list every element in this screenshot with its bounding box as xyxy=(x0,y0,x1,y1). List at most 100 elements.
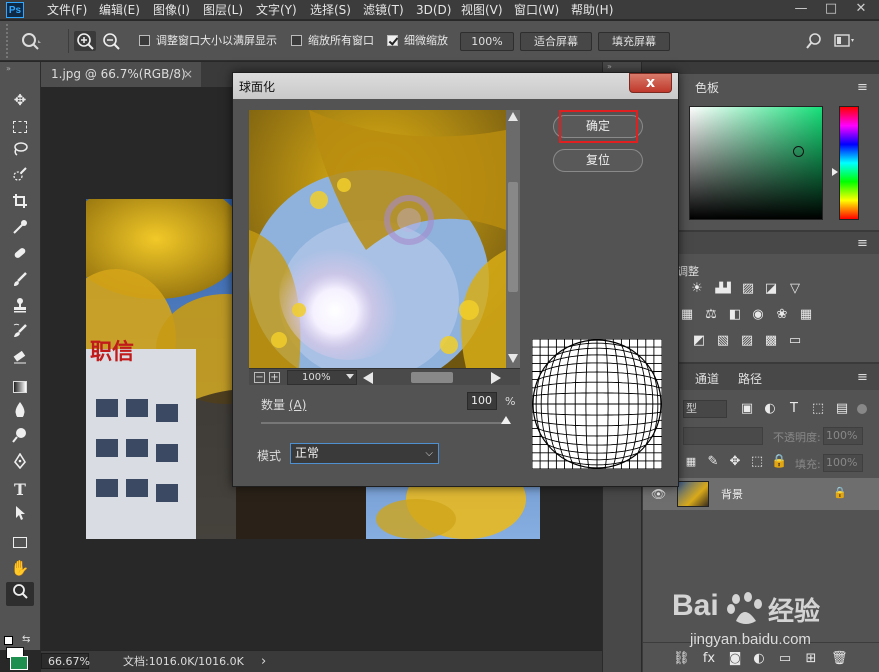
posterize-icon[interactable]: ▧ xyxy=(715,333,731,349)
tab-channels[interactable]: 通道 xyxy=(695,370,719,387)
filter-toggle[interactable] xyxy=(857,404,867,414)
scroll-right-arrow[interactable] xyxy=(491,372,501,384)
menu-help[interactable]: 帮助(H) xyxy=(568,0,616,20)
amount-slider-thumb[interactable] xyxy=(501,416,511,424)
workspace-icon[interactable] xyxy=(834,34,856,48)
photo-filter-icon[interactable]: ◉ xyxy=(750,307,766,323)
zoom-all-windows-checkbox[interactable] xyxy=(291,35,302,46)
eraser-tool-icon[interactable] xyxy=(6,348,34,372)
scroll-down-arrow[interactable] xyxy=(508,354,518,363)
minimize-button[interactable]: — xyxy=(788,0,814,18)
dock-collapse-icon[interactable]: » xyxy=(607,62,612,71)
close-window-button[interactable]: ✕ xyxy=(848,0,874,18)
lock-transparent-icon[interactable]: ▦ xyxy=(683,454,699,470)
lock-position-icon[interactable]: ✥ xyxy=(727,454,743,470)
color-picker-cursor[interactable] xyxy=(793,146,804,157)
color-field[interactable] xyxy=(689,106,823,220)
preview-zoom-out-button[interactable]: − xyxy=(254,372,265,383)
zoom-level-field[interactable]: 66.67% xyxy=(41,653,90,669)
preview-zoom-in-button[interactable]: + xyxy=(269,372,280,383)
filter-pixel-icon[interactable]: ▣ xyxy=(739,401,755,417)
zoom-out-icon[interactable] xyxy=(100,31,122,51)
marquee-tool-icon[interactable] xyxy=(6,114,34,138)
filter-adjustment-icon[interactable]: ◐ xyxy=(762,401,778,417)
layer-kind-filter[interactable]: 型 xyxy=(683,400,727,418)
brush-tool-icon[interactable] xyxy=(6,270,34,294)
scrubby-zoom-checkbox[interactable] xyxy=(387,35,398,46)
menu-select[interactable]: 选择(S) xyxy=(307,0,354,20)
menu-edit[interactable]: 编辑(E) xyxy=(96,0,143,20)
document-tab-close-icon[interactable]: × xyxy=(183,62,193,87)
restore-button[interactable]: □ xyxy=(818,0,844,18)
scroll-left-arrow[interactable] xyxy=(363,372,373,384)
default-colors-icon[interactable] xyxy=(4,636,13,645)
eyedropper-tool-icon[interactable] xyxy=(6,218,34,242)
hand-tool-icon[interactable]: ✋ xyxy=(6,556,34,580)
menu-window[interactable]: 窗口(W) xyxy=(511,0,562,20)
zoom-tool-icon[interactable] xyxy=(20,31,42,51)
dialog-close-button[interactable]: x xyxy=(629,73,672,93)
type-tool-icon[interactable]: T xyxy=(6,478,34,502)
menu-type[interactable]: 文字(Y) xyxy=(253,0,300,20)
gradient-tool-icon[interactable] xyxy=(6,374,34,398)
quick-selection-tool-icon[interactable] xyxy=(6,166,34,190)
layers-menu-icon[interactable]: ≡ xyxy=(857,370,868,385)
invert-icon[interactable]: ◩ xyxy=(691,333,707,349)
fit-screen-button[interactable]: 适合屏幕 xyxy=(520,32,592,51)
panel-menu-icon[interactable]: ≡ xyxy=(857,80,868,95)
lock-all-icon[interactable]: 🔒 xyxy=(771,454,787,470)
resize-window-checkbox[interactable] xyxy=(139,35,150,46)
reset-button[interactable]: 复位 xyxy=(553,149,643,172)
scroll-up-arrow[interactable] xyxy=(508,112,518,121)
menu-view[interactable]: 视图(V) xyxy=(458,0,506,20)
lasso-tool-icon[interactable] xyxy=(6,140,34,164)
hue-slider[interactable] xyxy=(839,106,859,220)
mode-select[interactable]: 正常 ⌵ xyxy=(290,443,439,464)
zoom-100-button[interactable]: 100% xyxy=(460,32,514,51)
color-lookup-icon[interactable]: ▦ xyxy=(798,307,814,323)
opacity-field[interactable]: 100% xyxy=(823,427,863,445)
swap-colors-icon[interactable]: ⇆ xyxy=(22,634,30,645)
dialog-titlebar[interactable]: 球面化 x xyxy=(233,73,678,99)
brightness-icon[interactable]: ☀ xyxy=(689,281,705,297)
threshold-icon[interactable]: ▨ xyxy=(739,333,755,349)
menu-file[interactable]: 文件(F) xyxy=(44,0,90,20)
status-menu-arrow[interactable]: › xyxy=(261,654,266,670)
zoom-tool-icon[interactable] xyxy=(6,582,34,606)
levels-icon[interactable]: ▟▟ xyxy=(715,281,731,297)
color-balance-icon[interactable]: ⚖ xyxy=(703,307,719,323)
selective-color-icon[interactable]: ▩ xyxy=(763,333,779,349)
background-color-swatch[interactable] xyxy=(10,656,28,670)
filter-shape-icon[interactable]: ⬚ xyxy=(810,401,826,417)
blend-mode-select[interactable] xyxy=(683,427,763,445)
crop-tool-icon[interactable] xyxy=(6,192,34,216)
menu-3d[interactable]: 3D(D) xyxy=(413,0,454,20)
preview-vertical-scrollbar[interactable] xyxy=(506,110,520,368)
channel-mixer-icon[interactable]: ❀ xyxy=(774,307,790,323)
lock-artboard-icon[interactable]: ⬚ xyxy=(749,454,765,470)
black-white-icon[interactable]: ◧ xyxy=(727,307,743,323)
scroll-thumb[interactable] xyxy=(508,182,518,292)
amount-input[interactable]: 100 xyxy=(467,392,497,410)
gradient-map-icon[interactable]: ▭ xyxy=(787,333,803,349)
fill-field[interactable]: 100% xyxy=(823,454,863,472)
document-tab[interactable]: 1.jpg @ 66.7%(RGB/8) × xyxy=(41,62,201,87)
healing-brush-tool-icon[interactable] xyxy=(6,244,34,268)
pen-tool-icon[interactable] xyxy=(6,452,34,476)
adjustments-menu-icon[interactable]: ≡ xyxy=(857,236,868,251)
menu-image[interactable]: 图像(I) xyxy=(150,0,193,20)
search-icon[interactable] xyxy=(806,33,822,49)
hsl-icon[interactable]: ▦ xyxy=(679,307,695,323)
filter-type-icon[interactable]: T xyxy=(786,401,802,417)
amount-slider-track[interactable] xyxy=(261,422,510,424)
layer-name[interactable]: 背景 xyxy=(721,486,743,502)
blur-tool-icon[interactable] xyxy=(6,400,34,424)
fill-screen-button[interactable]: 填充屏幕 xyxy=(598,32,670,51)
history-brush-tool-icon[interactable] xyxy=(6,322,34,346)
rectangle-tool-icon[interactable] xyxy=(6,530,34,554)
menu-layer[interactable]: 图层(L) xyxy=(200,0,246,20)
horizontal-scroll-thumb[interactable] xyxy=(411,372,453,383)
path-selection-tool-icon[interactable] xyxy=(6,504,34,528)
move-tool-icon[interactable]: ✥ xyxy=(6,88,34,112)
vibrance-icon[interactable]: ▽ xyxy=(787,281,803,297)
